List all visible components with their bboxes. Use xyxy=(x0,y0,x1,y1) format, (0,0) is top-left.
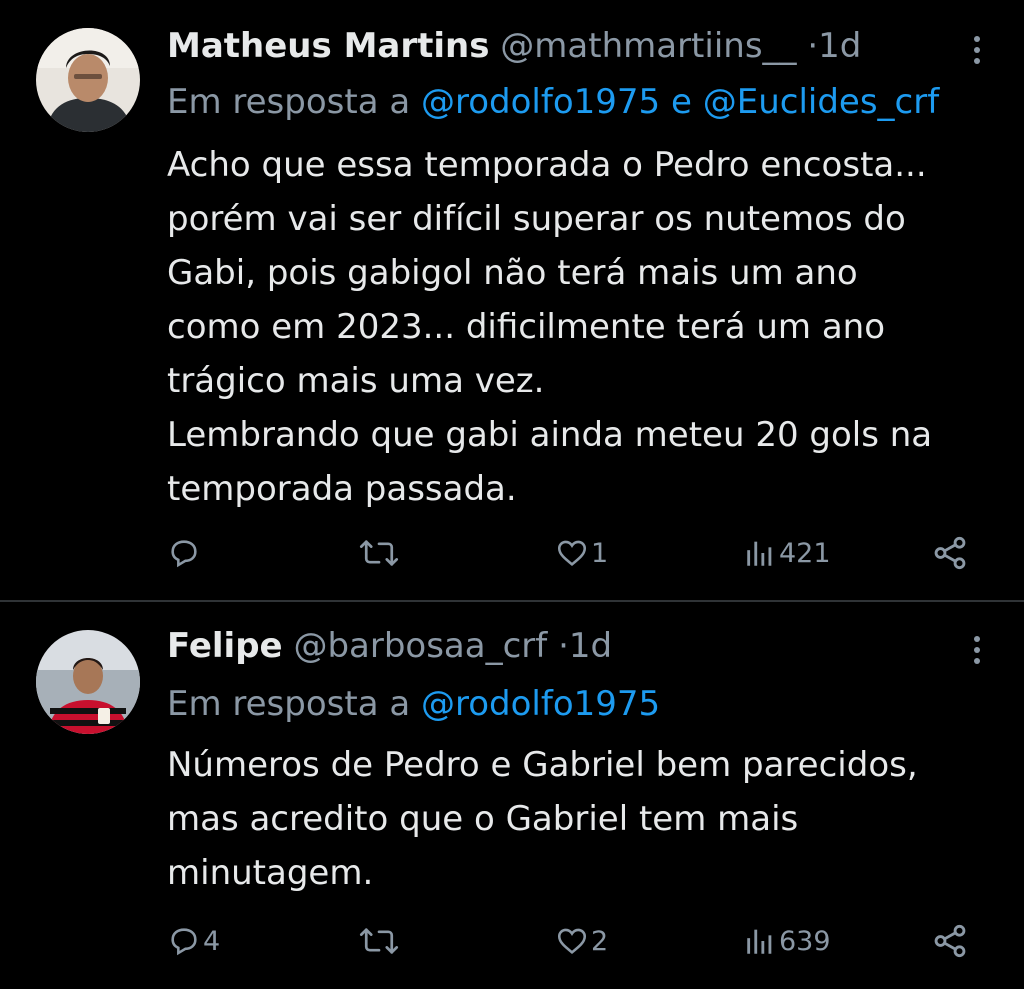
tweet-header: Felipe @barbosaa_crf ·1d xyxy=(167,624,612,668)
retweet-icon xyxy=(359,928,399,954)
separator-dot: · xyxy=(558,626,569,666)
timestamp[interactable]: 1d xyxy=(818,26,861,66)
reply-context: Em resposta a @rodolfo1975 xyxy=(167,682,660,726)
user-handle[interactable]: @mathmartiins__ xyxy=(500,26,796,66)
avatar[interactable] xyxy=(36,28,140,132)
reply-button[interactable] xyxy=(167,528,203,578)
tweet-text: Números de Pedro e Gabriel bem parecidos… xyxy=(167,738,997,900)
tweet[interactable]: Felipe @barbosaa_crf ·1d Em resposta a @… xyxy=(0,602,1024,989)
action-bar: 4 2 639 xyxy=(167,916,977,966)
reply-joiner: e xyxy=(670,82,692,122)
tweet-text-line: como em 2023... dificilmente terá um ano xyxy=(167,307,886,347)
tweet-text-line: mas acredito que o Gabriel tem mais xyxy=(167,799,799,839)
tweet-header: Matheus Martins @mathmartiins__ ·1d xyxy=(167,24,861,68)
like-button[interactable]: 2 xyxy=(555,916,608,966)
like-icon xyxy=(557,928,587,954)
tweet-text-line: temporada passada. xyxy=(167,469,517,509)
action-bar: 1 421 xyxy=(167,528,977,578)
tweet-text-line: trágico mais uma vez. xyxy=(167,361,545,401)
display-name[interactable]: Matheus Martins xyxy=(167,26,489,66)
reply-prefix: Em resposta a xyxy=(167,684,411,724)
timestamp[interactable]: 1d xyxy=(569,626,612,666)
reply-context: Em resposta a @rodolfo1975 e @Euclides_c… xyxy=(167,80,939,124)
share-icon xyxy=(934,924,966,958)
tweet-text-line: Gabi, pois gabigol não terá mais um ano xyxy=(167,253,858,293)
tweet-text-line: Lembrando que gabi ainda meteu 20 gols n… xyxy=(167,415,933,455)
like-icon xyxy=(557,540,587,566)
reply-count: 4 xyxy=(203,925,221,957)
views-icon xyxy=(747,541,772,566)
retweet-icon xyxy=(359,540,399,566)
mention-link[interactable]: @Euclides_crf xyxy=(703,82,939,122)
share-button[interactable] xyxy=(931,528,969,578)
mention-link[interactable]: @rodolfo1975 xyxy=(421,82,660,122)
retweet-button[interactable] xyxy=(359,528,401,578)
share-button[interactable] xyxy=(931,916,969,966)
tweet-text-line: porém vai ser difícil superar os nutemos… xyxy=(167,199,906,239)
avatar[interactable] xyxy=(36,630,140,734)
reply-icon xyxy=(171,540,197,568)
retweet-button[interactable] xyxy=(359,916,401,966)
like-count: 2 xyxy=(591,925,609,957)
tweet-text-line: Acho que essa temporada o Pedro encosta.… xyxy=(167,145,927,185)
views-button[interactable]: 421 xyxy=(743,528,831,578)
like-count: 1 xyxy=(591,537,609,569)
more-options-icon[interactable] xyxy=(972,636,982,664)
mention-link[interactable]: @rodolfo1975 xyxy=(421,684,660,724)
tweet[interactable]: Matheus Martins @mathmartiins__ ·1d Em r… xyxy=(0,0,1024,600)
reply-prefix: Em resposta a xyxy=(167,82,411,122)
views-count: 421 xyxy=(779,537,831,569)
display-name[interactable]: Felipe xyxy=(167,626,283,666)
tweet-text: Acho que essa temporada o Pedro encosta.… xyxy=(167,138,997,516)
more-options-icon[interactable] xyxy=(972,36,982,64)
share-icon xyxy=(934,536,966,570)
views-count: 639 xyxy=(779,925,831,957)
views-icon xyxy=(747,929,772,954)
views-button[interactable]: 639 xyxy=(743,916,831,966)
reply-icon xyxy=(171,928,197,956)
user-handle[interactable]: @barbosaa_crf xyxy=(293,626,547,666)
separator-dot: · xyxy=(807,26,819,66)
tweet-text-line: Números de Pedro e Gabriel bem parecidos… xyxy=(167,745,918,785)
tweet-text-line: minutagem. xyxy=(167,853,374,893)
like-button[interactable]: 1 xyxy=(555,528,608,578)
reply-button[interactable]: 4 xyxy=(167,916,220,966)
